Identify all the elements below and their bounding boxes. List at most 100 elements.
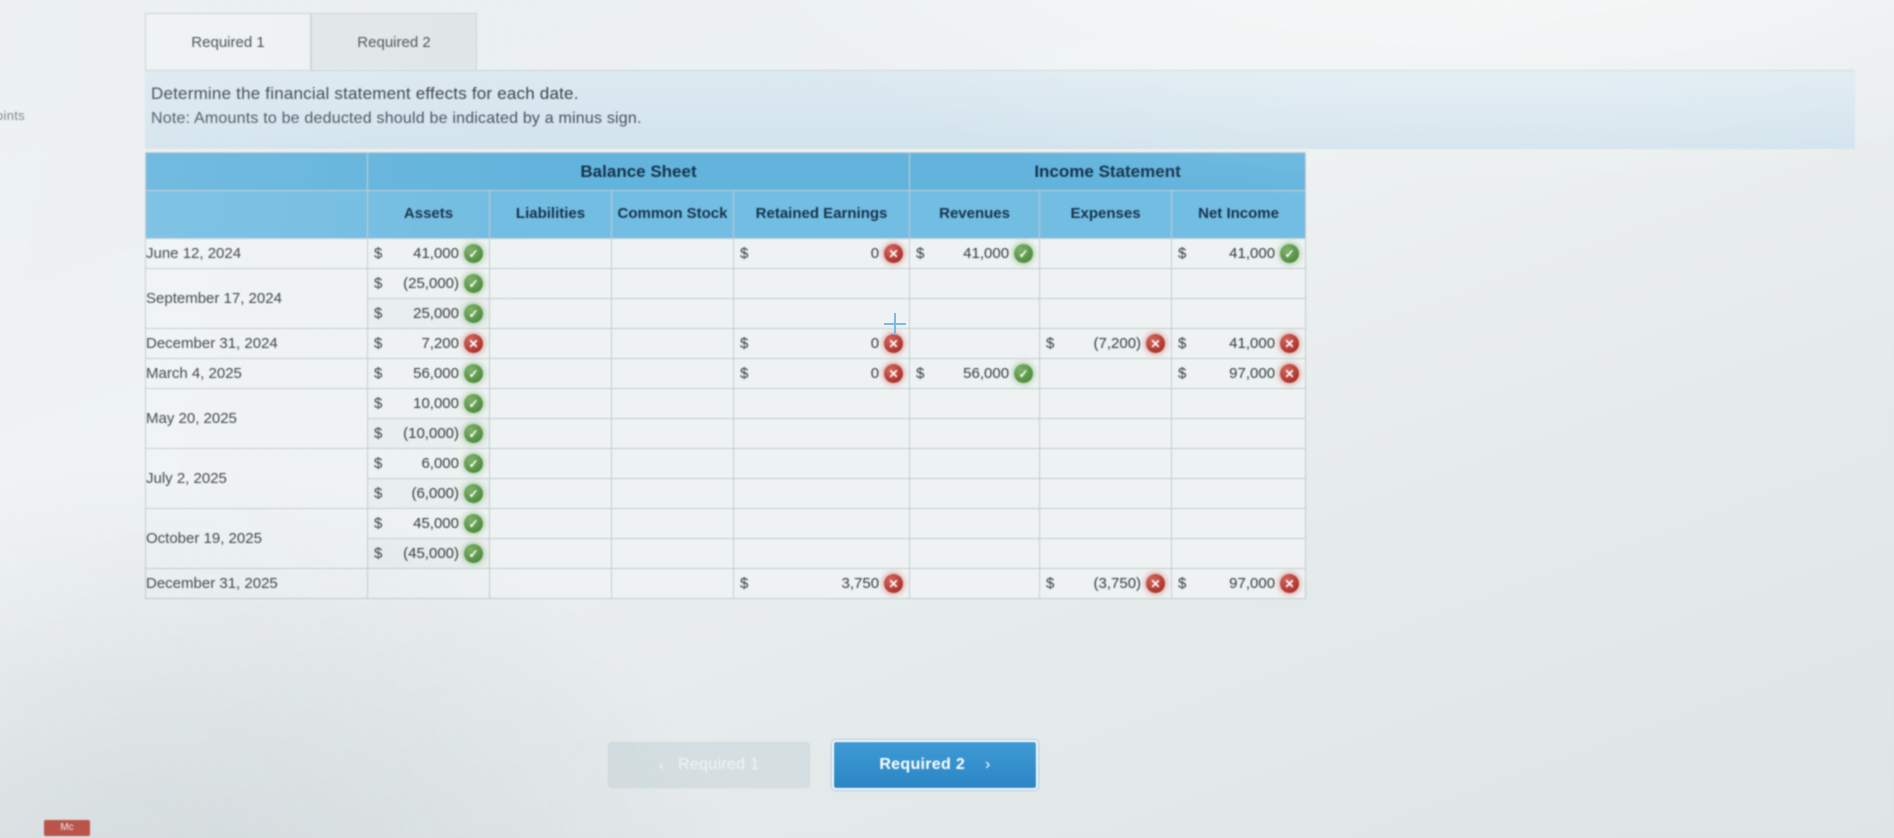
tab-required-1[interactable]: Required 1: [145, 13, 311, 70]
cell-expenses-empty[interactable]: [1039, 508, 1173, 539]
points-gutter-label: oints: [0, 108, 25, 123]
cell-expenses-empty[interactable]: [1039, 478, 1173, 509]
cell-common-stock-empty[interactable]: [611, 418, 734, 449]
cell-retained-earnings[interactable]: $3,750 ✕: [732, 568, 911, 599]
cell-liabilities-empty[interactable]: [489, 268, 612, 299]
cell-expenses-empty[interactable]: [1039, 388, 1173, 419]
cell-revenues-empty[interactable]: [909, 478, 1041, 509]
cell-assets[interactable]: $10,000 ✓: [367, 388, 490, 419]
cell-liabilities-empty[interactable]: [489, 238, 612, 269]
cell-net-income-empty[interactable]: [1171, 448, 1307, 479]
cell-liabilities-empty[interactable]: [489, 358, 612, 389]
cell-expenses-empty[interactable]: [1039, 358, 1173, 389]
cell-expenses-empty[interactable]: [1039, 268, 1173, 299]
cell-liabilities-empty[interactable]: [489, 448, 612, 479]
cell-revenues-empty[interactable]: [909, 298, 1041, 329]
row-date-cell: March 4, 2025: [145, 358, 368, 389]
cell-assets[interactable]: $ (6,000) ✓: [367, 478, 490, 509]
cell-common-stock-empty[interactable]: [611, 568, 734, 599]
cell-retained-earnings-empty[interactable]: [732, 478, 911, 509]
cell-expenses-empty[interactable]: [1039, 298, 1173, 329]
cell-common-stock-empty[interactable]: [611, 358, 734, 389]
cell-common-stock-empty[interactable]: [611, 538, 734, 569]
cell-net-income[interactable]: $97,000 ✕: [1171, 568, 1307, 599]
next-required-button[interactable]: Required 2 ›: [832, 740, 1038, 790]
cell-common-stock-empty[interactable]: [611, 298, 734, 329]
cell-net-income[interactable]: $97,000 ✕: [1171, 358, 1307, 389]
currency-symbol: $: [740, 245, 749, 262]
tab-required-2[interactable]: Required 2: [311, 13, 477, 70]
incorrect-cross-icon: ✕: [1146, 574, 1166, 593]
cell-revenues-empty[interactable]: [909, 508, 1041, 539]
cell-revenues-empty[interactable]: [909, 568, 1041, 599]
cell-retained-earnings-empty[interactable]: [732, 418, 911, 449]
cell-expenses-empty[interactable]: [1039, 448, 1173, 479]
group-header-balance-sheet: Balance Sheet: [366, 152, 911, 191]
cell-net-income-empty[interactable]: [1171, 418, 1307, 449]
cell-assets[interactable]: $ (45,000) ✓: [367, 538, 490, 569]
cell-net-income-empty[interactable]: [1171, 388, 1307, 419]
cell-retained-earnings-empty[interactable]: [732, 508, 911, 539]
cell-expenses-empty[interactable]: [1039, 538, 1173, 569]
cell-common-stock-empty[interactable]: [611, 328, 734, 359]
cell-amount: (45,000): [403, 545, 459, 562]
cell-retained-earnings-empty[interactable]: [732, 448, 911, 479]
cell-revenues-empty[interactable]: [909, 328, 1041, 359]
cell-expenses-empty[interactable]: [1039, 238, 1173, 269]
cell-net-income[interactable]: $41,000 ✓: [1171, 238, 1307, 269]
cell-liabilities-empty[interactable]: [489, 418, 612, 449]
cell-net-income-empty[interactable]: [1171, 508, 1307, 539]
cell-assets[interactable]: $45,000 ✓: [367, 508, 490, 539]
cell-assets[interactable]: $ (10,000) ✓: [367, 418, 490, 449]
cell-revenues[interactable]: $41,000 ✓: [909, 238, 1041, 269]
cell-expenses-empty[interactable]: [1039, 418, 1173, 449]
cell-assets[interactable]: $56,000 ✓: [367, 358, 490, 389]
currency-symbol: $: [374, 395, 383, 412]
cell-liabilities-empty[interactable]: [489, 328, 612, 359]
cell-assets[interactable]: $7,200 ✕: [367, 328, 490, 359]
cell-common-stock-empty[interactable]: [611, 388, 734, 419]
cell-assets[interactable]: $ (25,000) ✓: [367, 268, 490, 299]
cell-net-income-empty[interactable]: [1171, 268, 1307, 299]
cell-net-income-empty[interactable]: [1171, 478, 1307, 509]
previous-required-button[interactable]: ‹ Required 1: [608, 742, 810, 788]
cell-retained-earnings[interactable]: $0 ✕: [732, 328, 911, 359]
cell-liabilities-empty[interactable]: [489, 508, 612, 539]
cell-revenues-empty[interactable]: [909, 538, 1041, 569]
cell-assets-empty[interactable]: [367, 568, 490, 599]
cell-liabilities-empty[interactable]: [489, 568, 612, 599]
cell-revenues-empty[interactable]: [909, 268, 1041, 299]
cell-net-income[interactable]: $41,000 ✕: [1171, 328, 1307, 359]
cell-retained-earnings-empty[interactable]: [732, 268, 911, 299]
incorrect-cross-icon: ✕: [884, 244, 904, 263]
cell-liabilities-empty[interactable]: [489, 388, 612, 419]
cell-retained-earnings-empty[interactable]: [732, 298, 911, 329]
cell-common-stock-empty[interactable]: [611, 448, 734, 479]
cell-assets[interactable]: $25,000 ✓: [367, 298, 490, 329]
cell-retained-earnings-empty[interactable]: [732, 538, 911, 569]
currency-symbol: $: [374, 515, 383, 532]
cell-revenues[interactable]: $56,000 ✓: [909, 358, 1041, 389]
cell-expenses[interactable]: $ (3,750) ✕: [1039, 568, 1173, 599]
cell-common-stock-empty[interactable]: [611, 508, 734, 539]
cell-common-stock-empty[interactable]: [611, 478, 734, 509]
cell-liabilities-empty[interactable]: [489, 298, 612, 329]
cell-retained-earnings-empty[interactable]: [732, 388, 911, 419]
cell-net-income-empty[interactable]: [1171, 538, 1307, 569]
cell-assets[interactable]: $41,000 ✓: [367, 238, 490, 269]
cell-common-stock-empty[interactable]: [611, 238, 734, 269]
cell-liabilities-empty[interactable]: [489, 538, 612, 569]
cell-retained-earnings[interactable]: $0 ✕: [732, 358, 911, 389]
cell-expenses[interactable]: $ (7,200) ✕: [1039, 328, 1173, 359]
cell-revenues-empty[interactable]: [909, 448, 1041, 479]
cell-revenues-empty[interactable]: [909, 418, 1041, 449]
cell-assets[interactable]: $6,000 ✓: [367, 448, 490, 479]
cell-amount: (7,200): [1093, 335, 1142, 352]
currency-symbol: $: [374, 305, 383, 322]
cell-liabilities-empty[interactable]: [489, 478, 612, 509]
cell-amount: 0: [870, 365, 880, 382]
cell-revenues-empty[interactable]: [909, 388, 1041, 419]
cell-net-income-empty[interactable]: [1171, 298, 1307, 329]
cell-common-stock-empty[interactable]: [611, 268, 734, 299]
cell-retained-earnings[interactable]: $0 ✕: [732, 238, 911, 269]
